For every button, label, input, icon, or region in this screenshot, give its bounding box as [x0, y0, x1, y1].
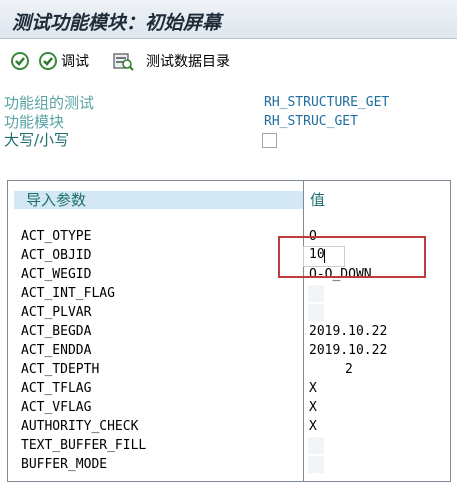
param-act-tflag: ACT_TFLAG: [21, 381, 92, 396]
param-act-begda: ACT_BEGDA: [21, 324, 92, 339]
param-act-vflag: ACT_VFLAG: [21, 400, 92, 415]
value-text-buffer-fill[interactable]: [308, 437, 324, 454]
function-group-label: 功能组的测试: [4, 94, 95, 112]
toolbar: 调试 测试数据目录: [0, 39, 457, 83]
debug-button[interactable]: 调试: [38, 49, 89, 73]
param-act-otype: ACT_OTYPE: [21, 229, 92, 244]
function-module-value: RH_STRUC_GET: [264, 114, 358, 129]
highlight-box: [278, 236, 426, 278]
value-act-tdepth[interactable]: 2: [345, 360, 353, 379]
param-column-header: 导入参数: [14, 191, 303, 209]
testdata-directory-button[interactable]: 测试数据目录: [112, 49, 230, 73]
value-act-begda[interactable]: 2019.10.22: [309, 322, 387, 341]
value-act-tflag[interactable]: X: [309, 379, 317, 398]
page-title: 测试功能模块：初始屏幕: [12, 12, 222, 34]
testdata-directory-label: 测试数据目录: [146, 54, 230, 70]
value-act-endda[interactable]: 2019.10.22: [309, 341, 387, 360]
case-sensitive-checkbox[interactable]: [262, 133, 277, 148]
value-buffer-mode[interactable]: [308, 456, 324, 473]
param-act-plvar: ACT_PLVAR: [21, 305, 92, 320]
column-divider: [303, 181, 304, 481]
param-act-int-flag: ACT_INT_FLAG: [21, 286, 115, 301]
param-act-wegid: ACT_WEGID: [21, 267, 92, 282]
case-sensitive-label: 大写/小写: [4, 131, 70, 149]
param-buffer-mode: BUFFER_MODE: [21, 457, 108, 472]
param-authority-check: AUTHORITY_CHECK: [21, 419, 139, 434]
debug-icon: [39, 52, 57, 70]
import-parameters-table: 导入参数 值 ACT_OTYPE O ACT_OBJID ACT_WEGID O…: [7, 180, 451, 482]
value-authority-check[interactable]: X: [309, 417, 317, 436]
value-act-plvar[interactable]: [308, 304, 324, 321]
value-column-header-label: 值: [310, 191, 326, 209]
execute-icon: [11, 52, 29, 70]
param-text-buffer-fill: TEXT_BUFFER_FILL: [21, 438, 147, 453]
debug-label: 调试: [61, 54, 89, 70]
param-act-objid: ACT_OBJID: [21, 248, 92, 263]
title-bar: 测试功能模块：初始屏幕: [0, 0, 457, 39]
function-group-value: RH_STRUCTURE_GET: [264, 95, 390, 110]
function-module-label: 功能模块: [4, 113, 65, 131]
execute-button[interactable]: [10, 49, 30, 73]
param-act-endda: ACT_ENDDA: [21, 343, 92, 358]
param-act-tdepth: ACT_TDEPTH: [21, 362, 100, 377]
value-act-int-flag[interactable]: [308, 285, 324, 302]
param-column-header-label: 导入参数: [26, 191, 87, 209]
value-act-vflag[interactable]: X: [309, 398, 317, 417]
testdata-directory-icon: [113, 53, 134, 71]
